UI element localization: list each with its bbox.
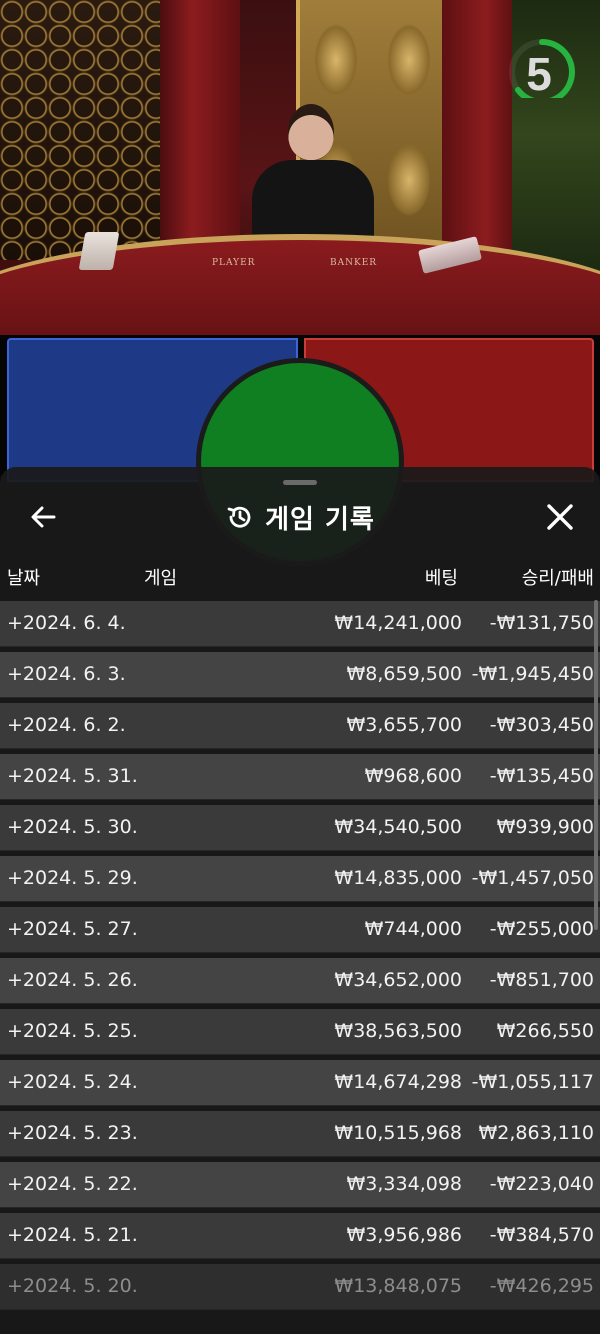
countdown-timer: 5 <box>508 22 580 105</box>
row-date: +2024. 5. 21. <box>7 1224 138 1246</box>
row-date: +2024. 5. 27. <box>7 918 138 940</box>
game-history-sheet: 게임 기록 날짜 게임 베팅 승리/패배 +2024. 6. 4. ₩14,24… <box>0 467 600 1334</box>
row-bet: ₩968,600 <box>364 765 462 787</box>
history-icon <box>227 506 251 528</box>
history-row[interactable]: +2024. 5. 25. ₩38,563,500 ₩266,550 <box>0 1009 600 1055</box>
history-row[interactable]: +2024. 5. 24. ₩14,674,298 -₩1,055,117 <box>0 1060 600 1106</box>
column-header-date[interactable]: 날짜 <box>7 561 40 597</box>
countdown-number: 5 <box>526 48 552 100</box>
row-result: ₩939,900 <box>496 816 594 838</box>
row-result: -₩131,750 <box>489 612 594 634</box>
row-result: -₩303,450 <box>489 714 594 736</box>
history-row[interactable]: +2024. 5. 21. ₩3,956,986 -₩384,570 <box>0 1213 600 1259</box>
row-date: +2024. 6. 3. <box>7 663 126 685</box>
row-bet: ₩744,000 <box>364 918 462 940</box>
row-date: +2024. 6. 4. <box>7 612 126 634</box>
sheet-header: 게임 기록 <box>0 495 600 539</box>
row-result: -₩384,570 <box>489 1224 594 1246</box>
row-result: -₩223,040 <box>489 1173 594 1195</box>
row-bet: ₩3,956,986 <box>346 1224 462 1246</box>
dealer-head <box>288 104 334 160</box>
column-header-game[interactable]: 게임 <box>144 561 177 597</box>
row-result: -₩426,295 <box>489 1275 594 1297</box>
row-result: ₩266,550 <box>496 1020 594 1042</box>
row-date: +2024. 5. 25. <box>7 1020 138 1042</box>
row-bet: ₩8,659,500 <box>346 663 462 685</box>
row-date: +2024. 5. 22. <box>7 1173 138 1195</box>
row-date: +2024. 5. 20. <box>7 1275 138 1297</box>
row-date: +2024. 5. 24. <box>7 1071 138 1093</box>
history-row[interactable]: +2024. 5. 31. ₩968,600 -₩135,450 <box>0 754 600 800</box>
row-date: +2024. 6. 2. <box>7 714 126 736</box>
row-bet: ₩3,334,098 <box>346 1173 462 1195</box>
row-bet: ₩34,652,000 <box>334 969 462 991</box>
row-bet: ₩14,674,298 <box>334 1071 462 1093</box>
curtain-left <box>160 0 240 260</box>
history-row[interactable]: +2024. 5. 23. ₩10,515,968 ₩2,863,110 <box>0 1111 600 1157</box>
history-row[interactable]: +2024. 5. 20. ₩13,848,075 -₩426,295 <box>0 1264 600 1310</box>
column-header-bet[interactable]: 베팅 <box>425 561 458 597</box>
row-date: +2024. 5. 31. <box>7 765 138 787</box>
sheet-title: 게임 기록 <box>265 504 375 535</box>
card-shoe <box>78 232 120 270</box>
history-row[interactable]: +2024. 6. 4. ₩14,241,000 -₩131,750 <box>0 601 600 647</box>
close-button[interactable] <box>540 497 580 537</box>
column-header-result[interactable]: 승리/패배 <box>522 561 594 597</box>
row-bet: ₩3,655,700 <box>346 714 462 736</box>
row-bet: ₩14,835,000 <box>334 867 462 889</box>
table-label-player: PLAYER <box>212 258 256 268</box>
live-dealer-video: PLAYER BANKER 5 <box>0 0 600 335</box>
history-row[interactable]: +2024. 5. 27. ₩744,000 -₩255,000 <box>0 907 600 953</box>
close-icon <box>547 504 573 530</box>
row-bet: ₩38,563,500 <box>334 1020 462 1042</box>
table-label-banker: BANKER <box>330 258 378 268</box>
row-result: -₩255,000 <box>489 918 594 940</box>
decorative-wall-left <box>0 0 180 260</box>
row-date: +2024. 5. 30. <box>7 816 138 838</box>
history-row[interactable]: +2024. 5. 22. ₩3,334,098 -₩223,040 <box>0 1162 600 1208</box>
betting-area <box>0 335 600 566</box>
row-date: +2024. 5. 29. <box>7 867 138 889</box>
row-result: -₩1,055,117 <box>471 1071 594 1093</box>
history-row[interactable]: +2024. 6. 3. ₩8,659,500 -₩1,945,450 <box>0 652 600 698</box>
row-date: +2024. 5. 26. <box>7 969 138 991</box>
row-result: -₩851,700 <box>489 969 594 991</box>
row-bet: ₩14,241,000 <box>334 612 462 634</box>
row-result: -₩135,450 <box>489 765 594 787</box>
row-date: +2024. 5. 23. <box>7 1122 138 1144</box>
row-result: ₩2,863,110 <box>478 1122 594 1144</box>
row-result: -₩1,945,450 <box>471 663 594 685</box>
history-row[interactable]: +2024. 5. 30. ₩34,540,500 ₩939,900 <box>0 805 600 851</box>
row-bet: ₩10,515,968 <box>334 1122 462 1144</box>
row-bet: ₩34,540,500 <box>334 816 462 838</box>
sheet-drag-handle[interactable] <box>283 480 317 485</box>
row-bet: ₩13,848,075 <box>334 1275 462 1297</box>
history-row[interactable]: +2024. 5. 29. ₩14,835,000 -₩1,457,050 <box>0 856 600 902</box>
history-row[interactable]: +2024. 6. 2. ₩3,655,700 -₩303,450 <box>0 703 600 749</box>
history-scrollbar[interactable] <box>594 600 598 930</box>
row-result: -₩1,457,050 <box>471 867 594 889</box>
history-row[interactable]: +2024. 5. 26. ₩34,652,000 -₩851,700 <box>0 958 600 1004</box>
